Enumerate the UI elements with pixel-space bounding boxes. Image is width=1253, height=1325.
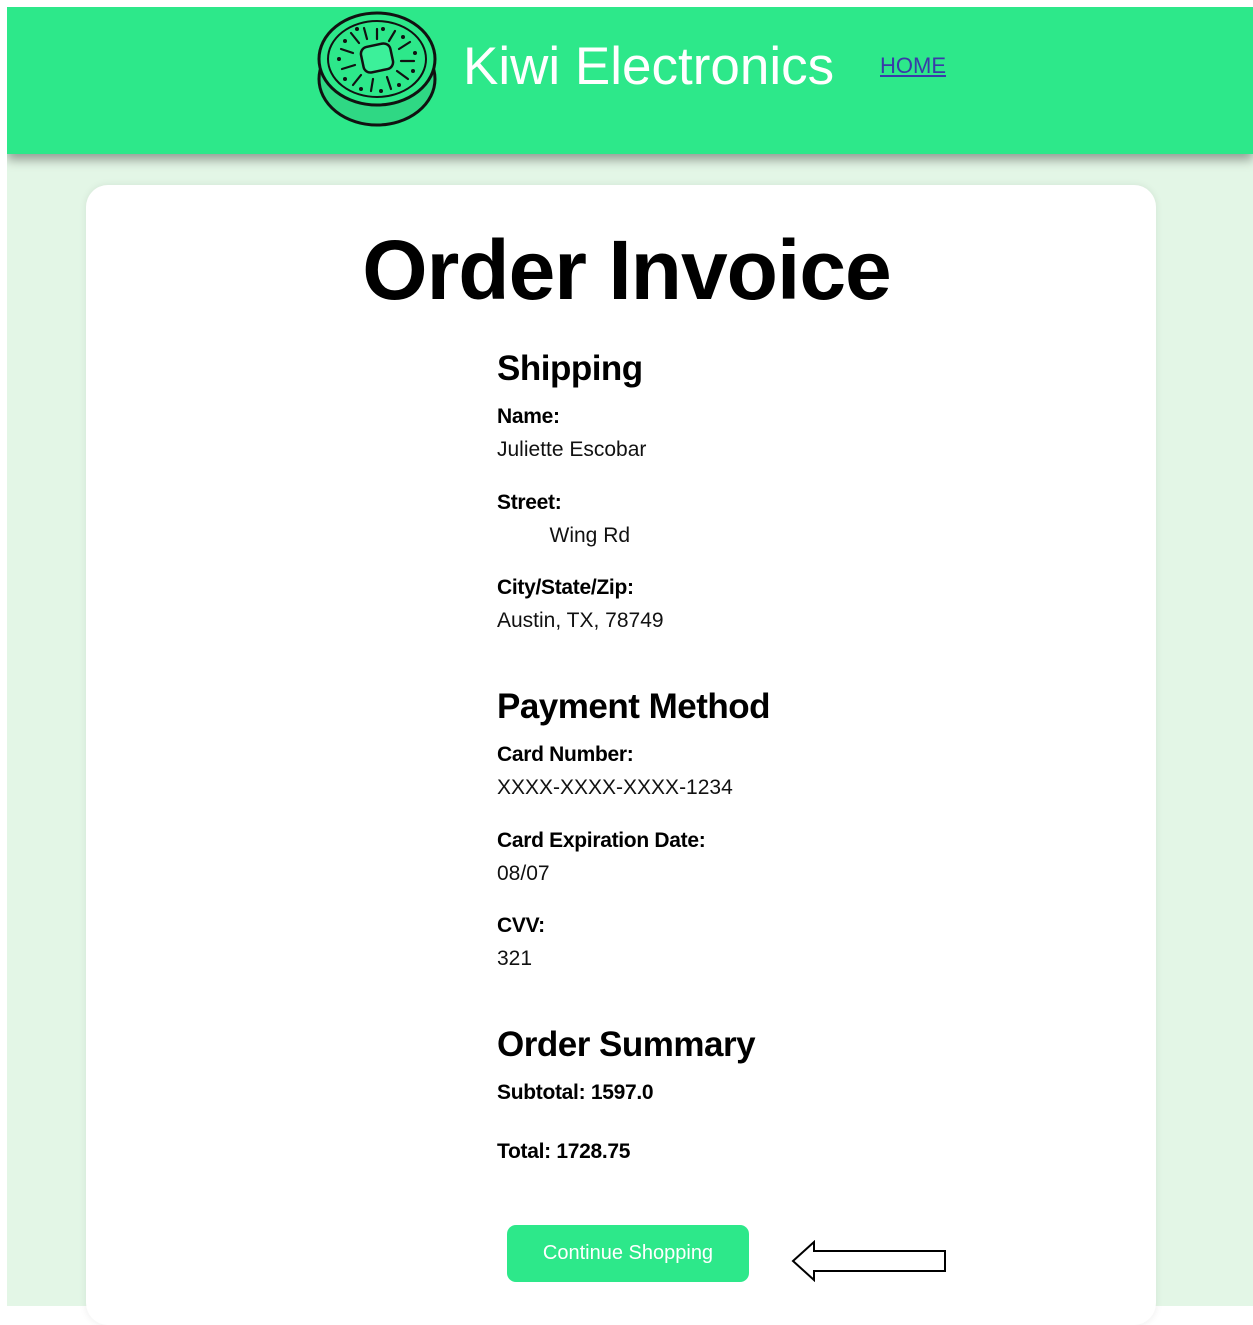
continue-shopping-button[interactable]: Continue Shopping (507, 1225, 749, 1282)
cvv-label: CVV: (497, 914, 545, 937)
site-brand-title: Kiwi Electronics (463, 37, 835, 96)
name-value: Juliette Escobar (497, 438, 647, 461)
page-title: Order Invoice (362, 223, 892, 317)
street-value: Wing Rd (497, 524, 631, 547)
street-label: Street: (497, 491, 562, 514)
city-state-zip-value: Austin, TX, 78749 (497, 609, 664, 632)
kiwi-fruit-icon[interactable] (315, 7, 439, 129)
order-summary-heading: Order Summary (497, 1025, 756, 1064)
total-text: Total: 1728.75 (497, 1140, 631, 1163)
city-state-zip-label: City/State/Zip: (497, 576, 634, 599)
left-arrow-icon (791, 1240, 946, 1282)
home-link[interactable]: HOME (880, 53, 946, 79)
site-header: Kiwi Electronics HOME (7, 7, 1253, 154)
card-number-value: XXXX-XXXX-XXXX-1234 (497, 776, 733, 799)
payment-method-heading: Payment Method (497, 687, 771, 726)
name-label: Name: (497, 405, 560, 428)
card-number-label: Card Number: (497, 743, 634, 766)
cvv-value: 321 (497, 947, 533, 970)
shipping-heading: Shipping (497, 349, 643, 388)
subtotal-text: Subtotal: 1597.0 (497, 1081, 654, 1104)
card-expiration-label: Card Expiration Date: (497, 829, 706, 852)
card-expiration-value: 08/07 (497, 862, 550, 885)
